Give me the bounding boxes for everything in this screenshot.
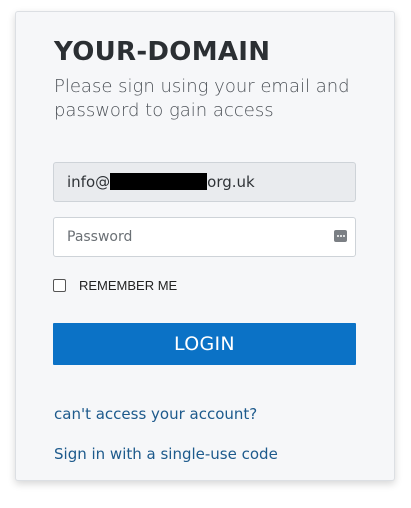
remember-me-label[interactable]: REMEMBER ME [79, 278, 177, 293]
page-title: YOUR-DOMAIN [54, 37, 271, 67]
email-value: info@ org.uk [67, 163, 255, 201]
email-field[interactable]: info@ org.uk [53, 162, 356, 202]
email-prefix: info@ [67, 173, 111, 191]
password-input[interactable] [54, 218, 355, 256]
remember-me[interactable]: REMEMBER ME [53, 278, 177, 293]
email-suffix: org.uk [207, 173, 255, 191]
single-use-code-link[interactable]: Sign in with a single-use code [54, 445, 278, 463]
login-button[interactable]: LOGIN [53, 323, 356, 365]
login-card: YOUR-DOMAIN Please sign using your email… [15, 11, 395, 481]
remember-me-checkbox[interactable] [53, 279, 66, 292]
redaction-bar [110, 173, 208, 190]
password-field[interactable] [53, 217, 356, 257]
cant-access-account-link[interactable]: can't access your account? [54, 405, 257, 423]
password-manager-icon[interactable] [334, 230, 347, 242]
page-subtitle: Please sign using your email and passwor… [54, 76, 350, 121]
